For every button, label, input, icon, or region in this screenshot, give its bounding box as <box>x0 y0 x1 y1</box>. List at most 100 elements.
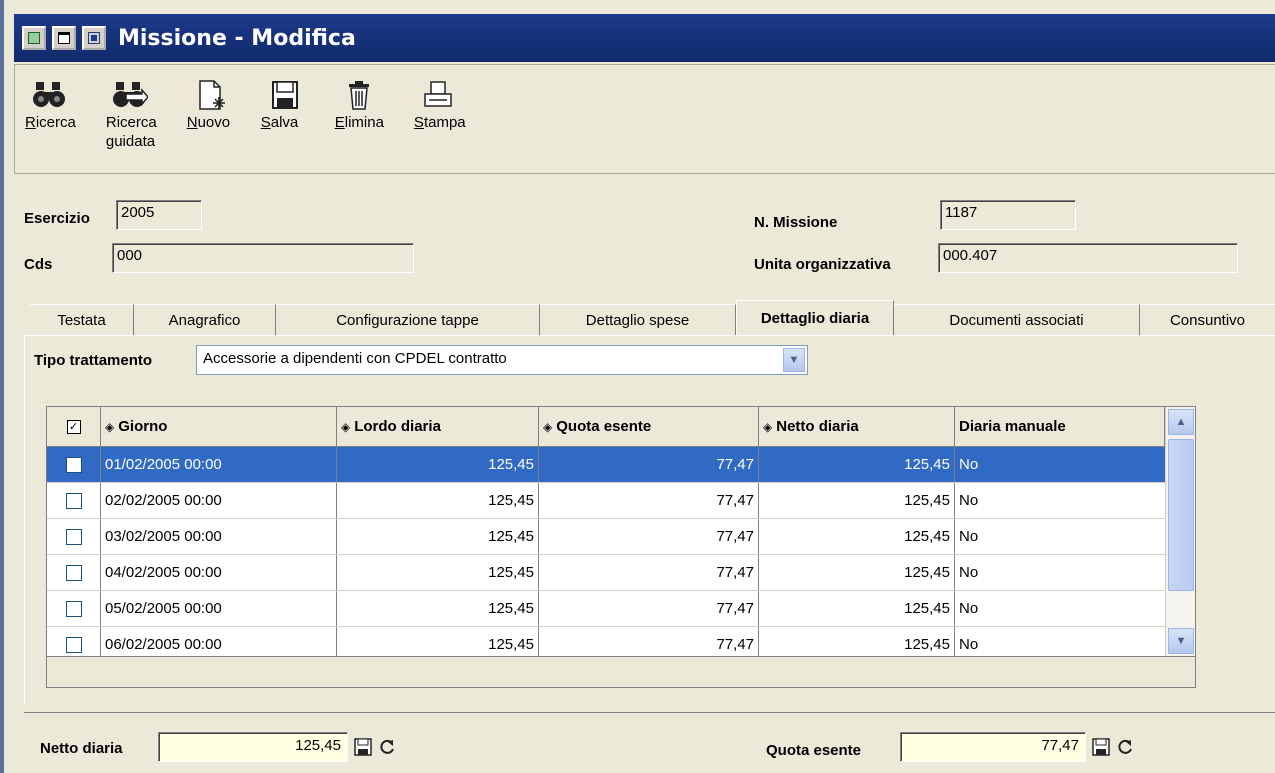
chevron-down-icon[interactable]: ▼ <box>783 348 805 372</box>
stampa-label-u: S <box>413 114 424 131</box>
row-checkbox-cell[interactable] <box>47 591 101 626</box>
n-missione-label: N. Missione <box>754 214 838 231</box>
sort-icon: ◈ <box>105 419 115 434</box>
ricerca-button[interactable]: Ricerca <box>25 77 76 173</box>
n-missione-field[interactable]: 1187 <box>940 200 1076 230</box>
column-header-lordo[interactable]: ◈ Lordo diaria <box>337 407 539 446</box>
cell-manuale: No <box>959 456 979 473</box>
select-all-cell[interactable]: ✓ <box>47 407 101 446</box>
nuovo-button[interactable]: Nuovo <box>187 77 231 173</box>
diaria-table: ✓ ◈ Giorno ◈ Lordo diaria ◈ Quota esente ◈ N… <box>46 406 1196 688</box>
cell-giorno: 05/02/2005 00:00 <box>101 591 337 626</box>
ricerca-guidata-label-line1: Ricerca <box>105 114 157 131</box>
column-header-quota[interactable]: ◈ Quota esente <box>539 407 759 446</box>
table-row[interactable]: 04/02/2005 00:00 125,45 77,47 125,45 No <box>47 555 1165 591</box>
cell-giorno: 03/02/2005 00:00 <box>101 519 337 554</box>
column-header-manuale[interactable]: Diaria manuale <box>955 407 1165 446</box>
row-checkbox[interactable] <box>65 636 82 653</box>
cds-label: Cds <box>24 256 53 273</box>
cell-netto: 125,45 <box>759 519 955 554</box>
tab-anagrafico[interactable]: Anagrafico <box>134 304 276 336</box>
select-all-checkbox[interactable]: ✓ <box>66 419 81 434</box>
unita-organizzativa-field[interactable]: 000.407 <box>938 243 1238 273</box>
elimina-label: limina <box>344 114 384 131</box>
tab-strip: Testata Anagrafico Configurazione tappe … <box>30 300 1275 336</box>
table-row[interactable]: 05/02/2005 00:00 125,45 77,47 125,45 No <box>47 591 1165 627</box>
cell-lordo: 125,45 <box>337 627 539 656</box>
row-checkbox[interactable] <box>65 600 82 617</box>
table-row[interactable]: 06/02/2005 00:00 125,45 77,47 125,45 No <box>47 627 1165 656</box>
row-checkbox-cell[interactable] <box>47 627 101 656</box>
quota-esente-field[interactable]: 77,47 <box>900 732 1086 762</box>
cell-manuale: No <box>959 492 979 509</box>
floppy-disk-icon <box>265 77 305 113</box>
tipo-trattamento-value: Accessorie a dipendenti con CPDEL contra… <box>203 350 507 367</box>
tab-documenti-associati[interactable]: Documenti associati <box>894 304 1140 336</box>
scroll-up-icon[interactable]: ▲ <box>1168 409 1194 435</box>
tab-consuntivo[interactable]: Consuntivo <box>1140 304 1275 336</box>
cell-manuale: No <box>959 564 979 581</box>
column-manuale-label: Diaria manuale <box>959 418 1066 435</box>
scroll-down-icon[interactable]: ▼ <box>1168 628 1194 654</box>
table-header: ✓ ◈ Giorno ◈ Lordo diaria ◈ Quota esente ◈ N… <box>47 407 1165 447</box>
cell-netto: 125,45 <box>759 447 955 482</box>
table-row[interactable]: 03/02/2005 00:00 125,45 77,47 125,45 No <box>47 519 1165 555</box>
guided-search-icon <box>110 77 150 113</box>
salva-button[interactable]: Salva <box>261 77 305 173</box>
salva-label: alva <box>270 114 299 131</box>
netto-diaria-label: Netto diaria <box>40 740 123 757</box>
column-giorno-label: Giorno <box>118 418 168 435</box>
cell-manuale: No <box>959 636 979 653</box>
cell-lordo: 125,45 <box>337 555 539 590</box>
stampa-button[interactable]: Stampa <box>414 77 466 173</box>
table-row[interactable]: 01/02/2005 00:00 125,45 77,47 125,45 No <box>47 447 1165 483</box>
column-quota-label: Quota esente <box>556 418 652 435</box>
tab-dettaglio-diaria[interactable]: Dettaglio diaria <box>736 300 894 336</box>
row-checkbox-cell[interactable] <box>47 447 101 482</box>
esercizio-label: Esercizio <box>24 210 90 227</box>
window-title: Missione - Modifica <box>118 25 356 51</box>
cell-quota: 77,47 <box>539 519 759 554</box>
maximize-button[interactable] <box>82 26 106 50</box>
ricerca-guidata-button[interactable]: Ricerca guidata <box>106 77 157 173</box>
column-header-giorno[interactable]: ◈ Giorno <box>101 407 337 446</box>
column-netto-label: Netto diaria <box>776 418 859 435</box>
binoculars-icon <box>29 77 69 113</box>
help-button[interactable] <box>22 26 46 50</box>
restore-button[interactable] <box>52 26 76 50</box>
tab-configurazione-tappe[interactable]: Configurazione tappe <box>276 304 540 336</box>
row-checkbox-cell[interactable] <box>47 519 101 554</box>
floppy-disk-icon[interactable] <box>1092 738 1110 756</box>
vertical-scrollbar[interactable]: ▲ ▼ <box>1165 407 1195 656</box>
bottom-separator <box>24 712 1275 713</box>
row-checkbox-cell[interactable] <box>47 483 101 518</box>
row-checkbox[interactable] <box>65 528 82 545</box>
row-checkbox-cell[interactable] <box>47 555 101 590</box>
cell-manuale: No <box>959 600 979 617</box>
cds-field[interactable]: 000 <box>112 243 414 273</box>
cell-giorno: 04/02/2005 00:00 <box>101 555 337 590</box>
cell-quota: 77,47 <box>539 627 759 656</box>
refresh-icon[interactable] <box>1116 738 1134 756</box>
tab-dettaglio-spese[interactable]: Dettaglio spese <box>540 304 736 336</box>
table-row[interactable]: 02/02/2005 00:00 125,45 77,47 125,45 No <box>47 483 1165 519</box>
scrollbar-thumb[interactable] <box>1168 439 1194 591</box>
ricerca-guidata-label: uidata <box>114 133 156 150</box>
esercizio-field[interactable]: 2005 <box>116 200 202 230</box>
floppy-disk-icon[interactable] <box>354 738 372 756</box>
unita-organizzativa-label: Unita organizzativa <box>754 256 891 273</box>
row-checkbox[interactable] <box>65 456 82 473</box>
cell-giorno: 02/02/2005 00:00 <box>101 483 337 518</box>
row-checkbox[interactable] <box>65 492 82 509</box>
row-checkbox[interactable] <box>65 564 82 581</box>
tab-panel-left-border <box>24 335 25 705</box>
cell-netto: 125,45 <box>759 591 955 626</box>
toolbar: Ricerca Ricerca guidata Nuovo Salva Elimi… <box>14 64 1275 174</box>
quota-esente-label: Quota esente <box>766 742 862 759</box>
netto-diaria-field[interactable]: 125,45 <box>158 732 348 762</box>
tab-testata[interactable]: Testata <box>30 304 134 336</box>
refresh-icon[interactable] <box>378 738 396 756</box>
tipo-trattamento-select[interactable]: Accessorie a dipendenti con CPDEL contra… <box>196 345 808 375</box>
elimina-button[interactable]: Elimina <box>335 77 384 173</box>
column-header-netto[interactable]: ◈ Netto diaria <box>759 407 955 446</box>
